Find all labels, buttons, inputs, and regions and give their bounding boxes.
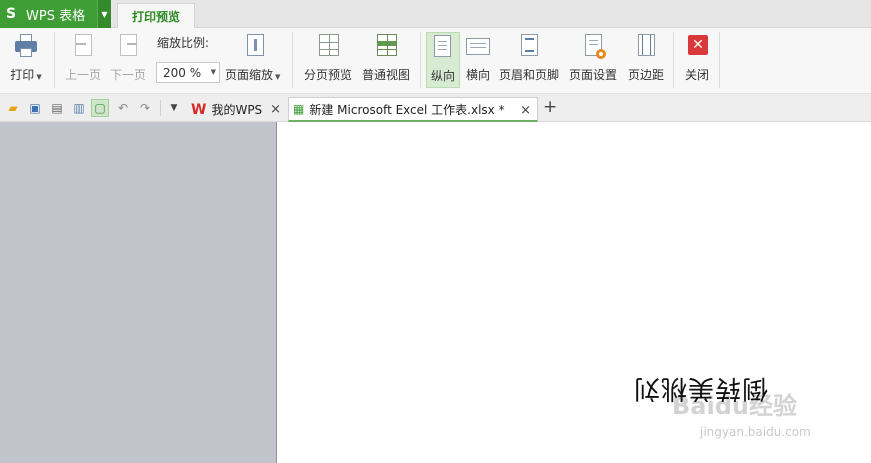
page-setup-button[interactable]: 页面设置 <box>567 32 619 88</box>
watermark-url: jingyan.baidu.com <box>700 425 811 439</box>
prev-page-icon <box>70 32 96 60</box>
print-preview-icon[interactable]: ▢ <box>91 99 109 117</box>
next-page-button[interactable]: 下一页 <box>108 32 148 88</box>
margins-icon <box>633 32 659 60</box>
prev-page-button[interactable]: 上一页 <box>63 32 103 88</box>
print-label: 打印 <box>10 68 35 82</box>
wps-logo-icon: S <box>6 6 17 22</box>
header-footer-button[interactable]: 页眉和页脚 <box>498 32 560 88</box>
tab-print-preview[interactable]: 打印预览 <box>117 3 195 29</box>
page-zoom-label: 页面缩放 <box>225 68 274 82</box>
page-setup-icon <box>580 32 606 60</box>
title-bar: S WPS 表格 ▼ 打印预览 <box>0 0 871 29</box>
app-name: WPS 表格 <box>26 8 86 24</box>
ribbon-toolbar: 打印 ▼ 上一页 下一页 缩放比例: 200 % ▼ 页面缩放 ▼ 分页预览 普… <box>0 28 871 94</box>
wps-brand-icon: W <box>191 101 207 118</box>
close-tab-icon[interactable]: × <box>520 103 531 118</box>
print-icon[interactable]: ▥ <box>70 99 88 117</box>
app-menu-button[interactable]: S WPS 表格 ▼ <box>0 0 111 28</box>
zoom-label: 缩放比例: <box>157 36 210 50</box>
normal-view-label: 普通视图 <box>361 68 410 82</box>
header-footer-icon <box>516 32 542 60</box>
landscape-page-icon <box>465 32 491 60</box>
next-page-label: 下一页 <box>109 68 146 82</box>
normal-view-icon <box>373 32 399 60</box>
customize-toolbar-dropdown-icon[interactable]: ▼ <box>165 99 183 117</box>
preview-background-pane <box>0 122 277 463</box>
portrait-page-icon <box>430 33 456 61</box>
document-tab-bar: ▰ ▣ ▤ ▥ ▢ ↶ ↷ ▼ W 我的WPS × ▦ 新建 Microsoft… <box>0 94 871 122</box>
tab-document[interactable]: ▦ 新建 Microsoft Excel 工作表.xlsx * × <box>288 97 538 122</box>
tab-document-label: 新建 Microsoft Excel 工作表.xlsx * <box>309 102 505 117</box>
page-setup-label: 页面设置 <box>568 68 617 82</box>
prev-page-label: 上一页 <box>64 68 101 82</box>
zoom-value: 200 % <box>163 65 202 80</box>
close-label: 关闭 <box>684 68 709 82</box>
ribbon-separator <box>54 32 55 88</box>
undo-icon[interactable]: ↶ <box>114 99 132 117</box>
portrait-button[interactable]: 纵向 <box>426 32 460 88</box>
ribbon-separator <box>719 32 720 88</box>
export-pdf-icon[interactable]: ▤ <box>48 99 66 117</box>
close-preview-button[interactable]: ✕ 关闭 <box>681 32 713 88</box>
ribbon-separator <box>673 32 674 88</box>
close-tab-icon[interactable]: × <box>270 102 281 117</box>
margins-label: 页边距 <box>627 68 664 82</box>
printer-icon <box>13 32 39 60</box>
mirrored-cell-text: 倒转美桃刘 <box>633 373 769 403</box>
zoom-select[interactable]: 200 % ▼ <box>156 62 220 83</box>
new-tab-button[interactable]: + <box>543 99 557 116</box>
close-icon: ✕ <box>684 32 710 60</box>
tab-my-wps-label: 我的WPS <box>211 103 263 117</box>
toolbar-separator <box>160 100 161 116</box>
spreadsheet-file-icon: ▦ <box>293 102 305 116</box>
print-button[interactable]: 打印 ▼ <box>6 32 46 88</box>
portrait-label: 纵向 <box>430 69 455 83</box>
page-break-preview-icon <box>315 32 341 60</box>
header-footer-label: 页眉和页脚 <box>498 68 559 82</box>
landscape-label: 横向 <box>465 68 490 82</box>
chevron-down-icon: ▼ <box>275 73 281 81</box>
app-menu-dropdown-icon[interactable]: ▼ <box>97 0 111 28</box>
page-break-preview-button[interactable]: 分页预览 <box>302 32 354 88</box>
ribbon-separator <box>292 32 293 88</box>
redo-icon[interactable]: ↷ <box>136 99 154 117</box>
margins-button[interactable]: 页边距 <box>626 32 666 88</box>
gear-icon <box>596 49 606 59</box>
page-zoom-icon[interactable] <box>242 32 268 60</box>
folder-open-icon[interactable]: ▰ <box>4 99 22 117</box>
landscape-button[interactable]: 横向 <box>462 32 494 88</box>
chevron-down-icon: ▼ <box>36 73 42 81</box>
next-page-icon <box>115 32 141 60</box>
page-zoom-button[interactable]: 页面缩放 ▼ <box>225 66 280 83</box>
ribbon-separator <box>420 32 421 88</box>
tab-my-wps[interactable]: W 我的WPS × <box>187 97 287 122</box>
save-icon[interactable]: ▣ <box>26 99 44 117</box>
chevron-down-icon: ▼ <box>210 68 216 76</box>
page-break-preview-label: 分页预览 <box>303 68 352 82</box>
normal-view-button[interactable]: 普通视图 <box>360 32 412 88</box>
